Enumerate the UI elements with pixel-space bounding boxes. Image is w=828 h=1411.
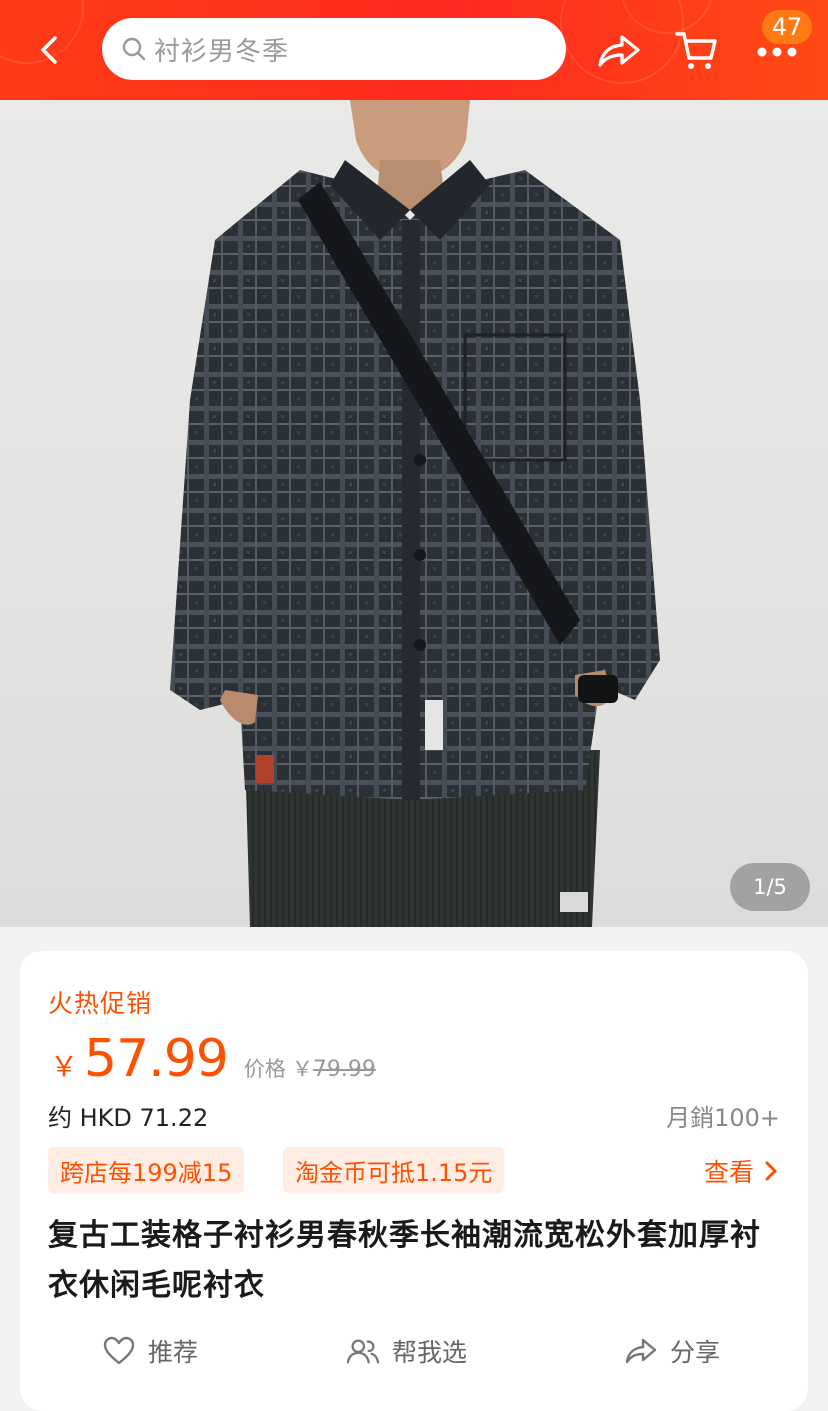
heart-icon xyxy=(102,1334,136,1368)
share-action-button[interactable]: 分享 xyxy=(624,1329,720,1373)
product-photo xyxy=(170,100,660,927)
discount-tag[interactable]: 跨店每199减15 xyxy=(48,1147,245,1193)
share-label: 分享 xyxy=(670,1338,721,1367)
search-bar[interactable]: 衬衫男冬季 xyxy=(102,18,566,80)
coin-tag[interactable]: 淘金币可抵1.15元 xyxy=(283,1147,505,1193)
monthly-sales: 月銷100+ xyxy=(666,1104,780,1132)
chevron-right-icon xyxy=(764,1161,782,1181)
product-title: 复古工装格子衬衫男春秋季长袖潮流宽松外套加厚衬衣休闲毛呢衬衣 xyxy=(48,1218,761,1303)
back-icon xyxy=(37,35,63,69)
original-price-label: 价格 xyxy=(243,1057,286,1081)
original-price-currency: ￥ xyxy=(291,1057,313,1081)
current-price: 57.99 xyxy=(84,1029,229,1089)
image-counter: 1/5 xyxy=(730,863,810,911)
original-price: 79.99 xyxy=(312,1057,376,1082)
top-bar: 衬衫男冬季 47 xyxy=(0,0,828,100)
search-input[interactable]: 衬衫男冬季 xyxy=(154,31,289,68)
recommend-label: 推荐 xyxy=(148,1338,199,1367)
search-icon xyxy=(120,35,148,63)
help-me-choose-button[interactable]: 帮我选 xyxy=(346,1329,467,1373)
help-me-choose-label: 帮我选 xyxy=(392,1338,468,1367)
price-row: ￥ 57.99 价格 ￥ 79.99 xyxy=(50,1029,376,1099)
price-currency: ￥ xyxy=(50,1050,79,1083)
share-button[interactable] xyxy=(594,28,644,78)
view-more-button[interactable]: 查看 xyxy=(704,1151,782,1191)
people-icon xyxy=(346,1334,380,1368)
more-icon xyxy=(755,44,799,63)
hkd-price: 约 HKD 71.22 xyxy=(48,1104,209,1132)
cart-button[interactable] xyxy=(672,28,722,78)
view-more-label: 查看 xyxy=(703,1158,754,1187)
cart-icon xyxy=(673,28,721,78)
recommend-button[interactable]: 推荐 xyxy=(102,1329,198,1373)
back-button[interactable] xyxy=(28,30,72,74)
promo-label: 火热促销 xyxy=(48,989,153,1018)
share-icon xyxy=(596,31,642,75)
cart-count-badge: 47 xyxy=(762,10,812,44)
product-image[interactable] xyxy=(0,100,828,927)
product-info-card: 火热促销 ￥ 57.99 价格 ￥ 79.99 约 HKD 71.22 月銷10… xyxy=(20,951,808,1411)
share-icon xyxy=(624,1334,658,1368)
